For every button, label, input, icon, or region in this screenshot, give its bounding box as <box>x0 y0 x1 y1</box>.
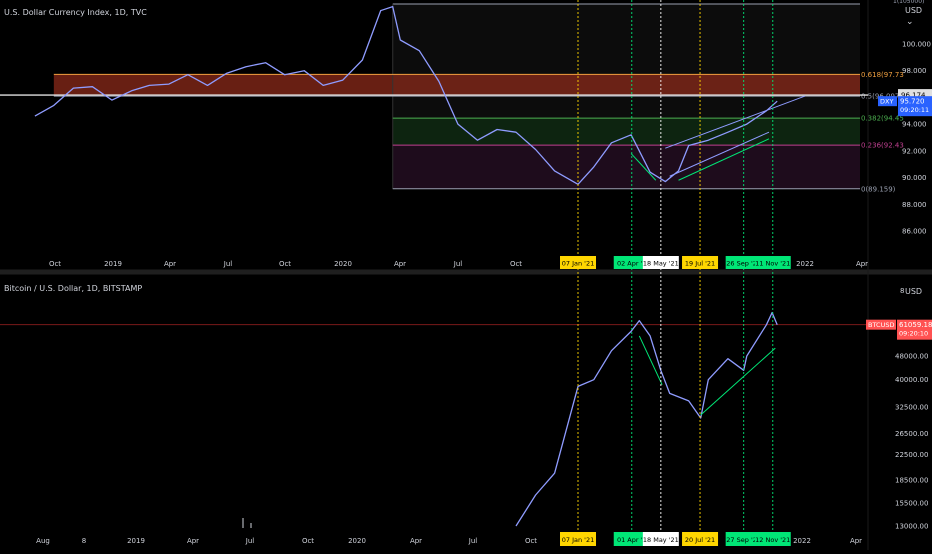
vertical-marker-bottom-label: 12 Nov '21 <box>755 536 790 544</box>
dxy-pane-title: U.S. Dollar Currency Index, 1D, TVC <box>4 8 147 17</box>
btc-arrow-down <box>638 335 663 385</box>
dxy-symbol-tag: DXY <box>880 98 893 106</box>
fib-level-label: 0.382(94.45 <box>861 115 904 123</box>
btc-x-tick-label: 2019 <box>127 537 145 545</box>
btc-arrow-up <box>700 347 776 416</box>
chart-root: 0.618(97.730.5(96.097)0.382(94.450.236(9… <box>0 0 932 550</box>
dxy-scale-top-label: 1(105000) <box>893 0 924 5</box>
btc-x-tick-label: Jul <box>468 537 478 545</box>
dxy-x-tick-label: Oct <box>510 260 522 268</box>
btc-x-tick-label: 2022 <box>793 537 811 545</box>
dxy-x-tick-label: Apr <box>856 260 868 268</box>
btc-currency-label[interactable]: USD <box>905 287 922 296</box>
dxy-y-tick-label: 90.000 <box>902 174 927 182</box>
dxy-y-tick-label: 88.000 <box>902 201 927 209</box>
btc-countdown-tag: 09:20:10 <box>899 330 928 338</box>
vertical-marker-top-label: 07 Jan '21 <box>562 260 594 268</box>
dxy-y-tick-label: 100.000 <box>902 41 931 49</box>
dxy-x-tick-label: 2019 <box>104 260 122 268</box>
btc-x-tick-label: Oct <box>302 537 314 545</box>
vertical-marker-bottom-label: 20 Jul '21 <box>685 536 715 544</box>
btc-y-tick-label: 26500.00 <box>895 430 928 438</box>
dxy-x-tick-label: Oct <box>49 260 61 268</box>
dxy-x-tick-label: Jul <box>223 260 233 268</box>
btc-x-tick-label: Jul <box>245 537 255 545</box>
dxy-x-tick-label: 2022 <box>796 260 814 268</box>
vertical-marker-bottom-label: 07 Jan '21 <box>562 536 594 544</box>
fib-zone-382-236 <box>392 118 860 146</box>
btc-x-tick-label: Apr <box>410 537 422 545</box>
btc-x-tick-label: 2020 <box>348 537 366 545</box>
btc-y-tick-label: 40000.00 <box>895 376 928 384</box>
btc-symbol-tag: BTCUSD <box>868 321 894 329</box>
btc-y-tick-label: 22500.00 <box>895 451 928 459</box>
dxy-currency-label[interactable]: USD <box>905 6 922 15</box>
fib-zone-618-500 <box>53 74 860 97</box>
vertical-marker-bottom-label: 18 May '21 <box>643 536 679 544</box>
btc-x-tick-label: Oct <box>525 537 537 545</box>
btc-x-tick-label: Apr <box>187 537 199 545</box>
btc-x-tick-label: Apr <box>850 537 862 545</box>
dxy-y-tick-label: 94.000 <box>902 121 927 129</box>
btc-price-tag: 61059.18 <box>899 321 932 329</box>
btc-y-tick-label: 13000.00 <box>895 523 928 531</box>
dxy-countdown-tag: 09:20:11 <box>900 106 929 114</box>
btc-y-tick-label: 32500.00 <box>895 403 928 411</box>
dxy-y-tick-label: 92.000 <box>902 147 927 155</box>
dxy-price-tag: 95.720 <box>900 98 925 106</box>
btc-y-tick-label: 48000.00 <box>895 353 928 361</box>
fib-level-label: 0(89.159) <box>861 185 896 193</box>
fib-level-label: 0.618(97.73 <box>861 71 904 79</box>
dxy-x-tick-label: Apr <box>164 260 176 268</box>
fib-level-label: 0.236(92.43 <box>861 142 904 150</box>
btc-price-series <box>515 311 778 527</box>
dxy-x-tick-label: Apr <box>394 260 406 268</box>
chart-svg: 0.618(97.730.5(96.097)0.382(94.450.236(9… <box>0 0 932 550</box>
btc-pane-title: Bitcoin / U.S. Dollar, 1D, BITSTAMP <box>4 284 143 293</box>
vertical-marker-top-label: 18 May '21 <box>643 260 679 268</box>
dxy-y-tick-label: 98.000 <box>902 67 927 75</box>
btc-scale-top-label: 8 <box>900 287 904 295</box>
btc-y-tick-label: 18500.00 <box>895 477 928 485</box>
dxy-y-tick-label: 86.000 <box>902 228 927 236</box>
vertical-marker-top-label: 19 Jul '21 <box>685 260 715 268</box>
dxy-x-tick-label: 2020 <box>334 260 352 268</box>
dxy-x-tick-label: Oct <box>279 260 291 268</box>
dxy-x-tick-label: Jul <box>453 260 463 268</box>
vertical-marker-top-label: 11 Nov '21 <box>755 260 790 268</box>
collapse-icon[interactable]: ⌄ <box>906 17 914 27</box>
btc-x-tick-label: 8 <box>82 537 86 545</box>
btc-y-tick-label: 15500.00 <box>895 500 928 508</box>
fib-zone-236-0 <box>392 145 860 189</box>
btc-x-tick-label: Aug <box>36 537 50 545</box>
